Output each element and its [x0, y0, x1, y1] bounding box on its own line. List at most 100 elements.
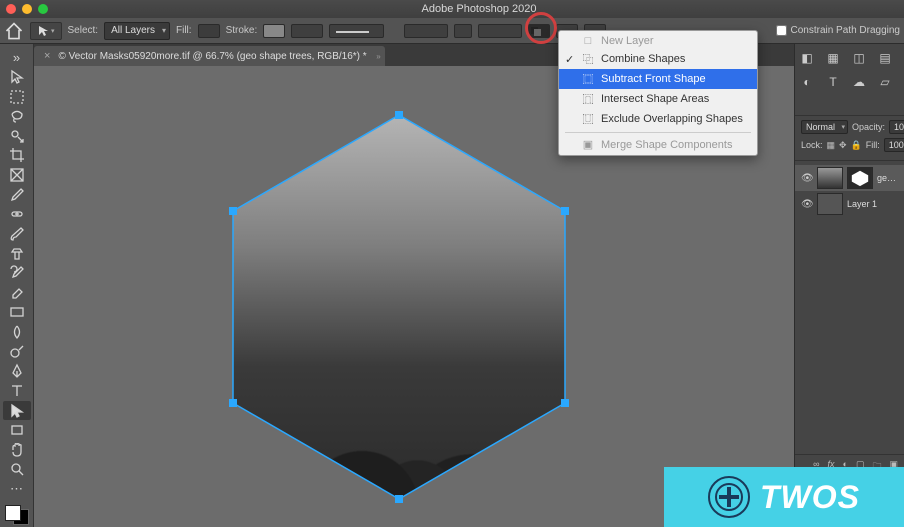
rectangle-tool[interactable]	[3, 421, 31, 440]
dropdown-separator	[565, 132, 751, 133]
move-tool[interactable]	[3, 68, 31, 87]
gradient-tool[interactable]	[3, 303, 31, 322]
layer-name[interactable]: Layer 1	[847, 199, 898, 209]
fill-swatch[interactable]	[198, 24, 220, 38]
hand-tool[interactable]	[3, 441, 31, 460]
collapsed-panels: ◧ ▦ ◫ ▤ ◐ T ☁ ▱	[795, 44, 904, 116]
clone-tool[interactable]	[3, 244, 31, 263]
options-bar: ▾ Select: All Layers Fill: Stroke: Const…	[0, 18, 904, 44]
intersect-icon: ⿵	[581, 91, 595, 107]
lock-position-icon[interactable]: ✥	[839, 140, 847, 151]
dropdown-item-label: Exclude Overlapping Shapes	[601, 113, 743, 125]
blend-mode-value: Normal	[806, 122, 835, 132]
gradients-panel-icon[interactable]: ◫	[851, 50, 867, 66]
lasso-tool[interactable]	[3, 107, 31, 126]
path-height-field[interactable]	[478, 24, 522, 38]
select-label: Select:	[68, 25, 99, 36]
path-link-button[interactable]	[454, 24, 472, 38]
fill-opacity-value: 100%	[889, 140, 904, 150]
path-select-tool-indicator[interactable]: ▾	[30, 22, 62, 40]
dropdown-item-intersect-shape-areas[interactable]: ⿵ Intersect Shape Areas	[559, 89, 757, 109]
adjustments-panel-icon[interactable]: ◐	[799, 74, 815, 90]
type-tool[interactable]	[3, 382, 31, 401]
minimize-window-button[interactable]	[22, 4, 32, 14]
dropdown-item-label: Subtract Front Shape	[601, 73, 706, 85]
lock-all-icon[interactable]: 🔒	[851, 140, 862, 151]
libraries-panel-icon[interactable]: ☁	[851, 74, 867, 90]
path-width-field[interactable]	[404, 24, 448, 38]
fill-label: Fill:	[176, 25, 192, 36]
zoom-tool[interactable]	[3, 460, 31, 479]
lock-buttons: ▦ ✥ 🔒	[827, 140, 862, 151]
pen-tool[interactable]	[3, 362, 31, 381]
dropdown-item-combine-shapes[interactable]: ✓ ⿻ Combine Shapes	[559, 49, 757, 69]
color-panel-icon[interactable]: ◧	[799, 50, 815, 66]
opacity-label: Opacity:	[852, 122, 885, 132]
lock-pixels-icon[interactable]: ▦	[827, 140, 836, 151]
twos-watermark: TWOS	[664, 467, 904, 527]
layer-row[interactable]: 👁 Layer 1	[795, 191, 904, 217]
dropdown-item-label: Intersect Shape Areas	[601, 93, 709, 105]
brush-tool[interactable]	[3, 225, 31, 244]
properties-panel-icon[interactable]: ▱	[877, 74, 893, 90]
path-ops-button[interactable]	[528, 24, 550, 38]
blend-mode-dropdown[interactable]: Normal	[801, 120, 848, 134]
home-button[interactable]	[4, 21, 24, 41]
opacity-field[interactable]: 100%	[889, 120, 904, 134]
path-operations-dropdown: □ New Layer ✓ ⿻ Combine Shapes ⿴ Subtrac…	[558, 30, 758, 156]
dropdown-item-subtract-front-shape[interactable]: ⿴ Subtract Front Shape	[559, 69, 757, 89]
tool-flyout-icon[interactable]: »	[3, 48, 31, 67]
constrain-label: Constrain Path Dragging	[790, 25, 900, 36]
combine-icon: ⿻	[581, 51, 595, 67]
document-tab[interactable]: × © Vector Masks05920more.tif @ 66.7% (g…	[34, 46, 385, 66]
dodge-tool[interactable]	[3, 342, 31, 361]
app-title: Adobe Photoshop 2020	[60, 3, 898, 15]
healing-tool[interactable]	[3, 205, 31, 224]
foreground-color-swatch[interactable]	[5, 505, 21, 521]
maximize-window-button[interactable]	[38, 4, 48, 14]
edit-toolbar-button[interactable]: ⋯	[3, 480, 31, 499]
history-brush-tool[interactable]	[3, 264, 31, 283]
blur-tool[interactable]	[3, 323, 31, 342]
path-select-tool[interactable]	[3, 401, 31, 420]
layer-thumbnail[interactable]	[817, 167, 843, 189]
constrain-path-checkbox[interactable]: Constrain Path Dragging	[776, 25, 900, 36]
dropdown-item-merge-shape-components: ▣ Merge Shape Components	[559, 136, 757, 153]
stroke-width-field[interactable]	[291, 24, 323, 38]
opacity-value: 100%	[894, 122, 904, 132]
constrain-path-input[interactable]	[776, 25, 787, 36]
dropdown-item-exclude-overlapping-shapes[interactable]: ⿶ Exclude Overlapping Shapes	[559, 109, 757, 129]
dropdown-item-label: New Layer	[601, 35, 654, 47]
eyedropper-tool[interactable]	[3, 185, 31, 204]
new-layer-icon: □	[581, 35, 595, 47]
layer-mask-thumbnail[interactable]	[847, 167, 873, 189]
select-layers-dropdown[interactable]: All Layers	[104, 22, 170, 40]
document-tab-bar: × © Vector Masks05920more.tif @ 66.7% (g…	[0, 44, 904, 66]
crop-tool[interactable]	[3, 146, 31, 165]
type-panel-icon[interactable]: T	[825, 74, 841, 90]
frame-tool[interactable]	[3, 166, 31, 185]
visibility-toggle-icon[interactable]: 👁	[801, 199, 813, 210]
visibility-toggle-icon[interactable]: 👁	[801, 173, 813, 184]
close-window-button[interactable]	[6, 4, 16, 14]
layer-thumbnail[interactable]	[817, 193, 843, 215]
dropdown-item-label: Merge Shape Components	[601, 139, 732, 151]
fill-opacity-field[interactable]: 100%	[884, 138, 904, 152]
stroke-style-dropdown[interactable]	[329, 24, 384, 38]
hexagon-path-outline[interactable]	[214, 107, 584, 507]
fill-opacity-label: Fill:	[866, 140, 880, 150]
quick-select-tool[interactable]	[3, 127, 31, 146]
tab-menu-icon[interactable]: »	[376, 52, 380, 61]
layer-row[interactable]: 👁 geo shape tr	[795, 165, 904, 191]
eraser-tool[interactable]	[3, 284, 31, 303]
close-tab-icon[interactable]: ×	[44, 50, 50, 62]
layer-list: 👁 geo shape tr 👁 Layer 1	[795, 161, 904, 221]
color-swatches[interactable]	[3, 503, 31, 527]
layer-name[interactable]: geo shape tr	[877, 173, 898, 183]
swatches-panel-icon[interactable]: ▦	[825, 50, 841, 66]
marquee-tool[interactable]	[3, 87, 31, 106]
twos-text: TWOS	[760, 479, 860, 516]
patterns-panel-icon[interactable]: ▤	[877, 50, 893, 66]
stroke-swatch[interactable]	[263, 24, 285, 38]
twos-logo-icon	[708, 476, 750, 518]
